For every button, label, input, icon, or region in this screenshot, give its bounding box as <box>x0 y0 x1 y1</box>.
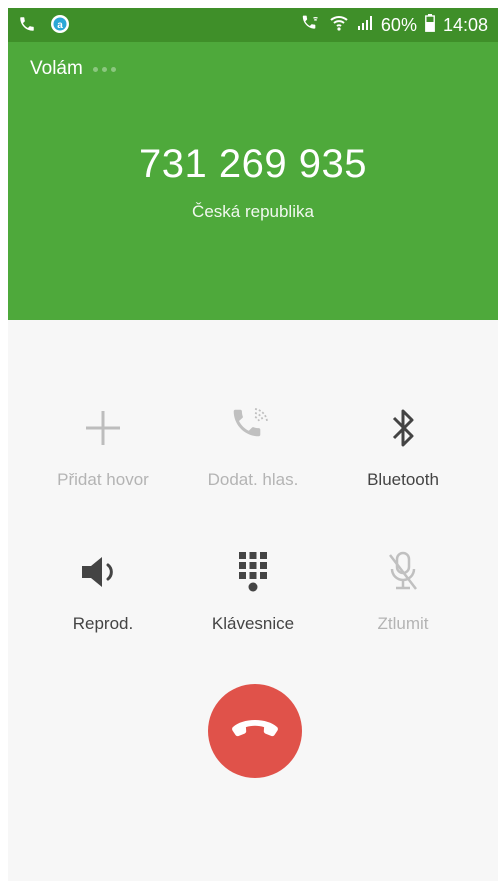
add-call-label: Přidat hovor <box>57 470 149 489</box>
battery-icon <box>425 14 435 37</box>
app-a-icon: a <box>50 14 70 39</box>
extra-volume-icon <box>231 407 275 454</box>
keypad-icon <box>235 550 271 599</box>
speaker-icon <box>78 552 128 597</box>
extra-volume-label: Dodat. hlas. <box>207 470 299 489</box>
phone-number: 731 269 935 <box>139 142 367 186</box>
extra-volume-button[interactable]: Dodat. hlas. <box>173 407 333 528</box>
wifi-icon <box>329 14 349 37</box>
signal-icon <box>357 15 373 36</box>
keypad-button[interactable]: Klávesnice <box>173 550 333 672</box>
calling-progress-dots <box>92 66 116 72</box>
keypad-label: Klávesnice <box>211 614 295 633</box>
caller-country: Česká republika <box>192 202 314 221</box>
add-call-button[interactable]: Přidat hovor <box>23 408 183 528</box>
in-call-screen: a 60% 14:08 Volám 731 269 935 Česká repu… <box>8 8 498 881</box>
end-call-button[interactable] <box>208 684 302 778</box>
bluetooth-icon <box>388 406 418 455</box>
add-call-icon <box>83 408 123 453</box>
mute-button[interactable]: Ztlumit <box>323 550 483 672</box>
mute-label: Ztlumit <box>377 614 429 633</box>
speaker-button[interactable]: Reprod. <box>23 552 183 672</box>
call-status-label: Volám <box>30 58 83 79</box>
wifi-calling-icon <box>301 14 321 37</box>
battery-percent: 60% <box>380 15 417 35</box>
bluetooth-button[interactable]: Bluetooth <box>323 408 483 528</box>
call-status: Volám <box>30 58 116 80</box>
mute-mic-icon <box>385 550 421 599</box>
clock: 14:08 <box>442 15 488 35</box>
end-call-icon <box>230 716 280 747</box>
status-bar: a 60% 14:08 <box>8 8 498 42</box>
call-header: Volám 731 269 935 Česká republika <box>8 42 498 320</box>
speaker-label: Reprod. <box>72 614 134 633</box>
phone-call-icon <box>18 15 36 38</box>
status-bar-left: a <box>18 14 70 39</box>
svg-text:a: a <box>57 20 63 31</box>
bluetooth-label: Bluetooth <box>367 470 439 489</box>
status-bar-right: 60% 14:08 <box>301 14 488 37</box>
